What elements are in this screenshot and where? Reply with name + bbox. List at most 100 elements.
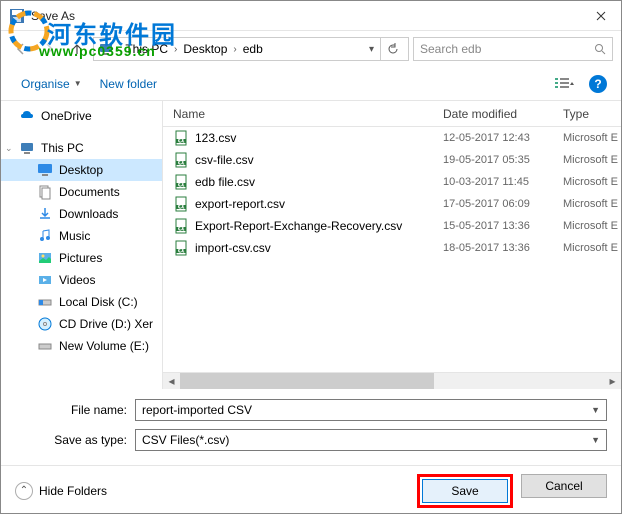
sidebar-item-cddrive[interactable]: CD Drive (D:) Xer — [1, 313, 162, 335]
csv-file-icon: a — [173, 240, 189, 256]
arrow-left-icon — [14, 42, 28, 56]
refresh-button[interactable] — [380, 37, 404, 61]
refresh-icon — [387, 43, 399, 55]
filename-input[interactable]: report-imported CSV ▼ — [135, 399, 607, 421]
file-date: 15-05-2017 13:36 — [443, 220, 563, 232]
navbar: › This PC › Desktop › edb ▾ Search edb — [1, 31, 621, 67]
search-input[interactable]: Search edb — [413, 37, 613, 61]
svg-text:a: a — [178, 154, 185, 168]
nav-forward-button[interactable] — [37, 37, 61, 61]
saveastype-label: Save as type: — [15, 433, 127, 447]
breadcrumb-desktop[interactable]: Desktop — [179, 42, 231, 56]
chevron-up-icon: ⌃ — [15, 482, 33, 500]
documents-icon — [37, 184, 53, 200]
help-icon: ? — [594, 77, 601, 91]
chevron-down-icon[interactable]: ▼ — [591, 405, 600, 415]
chevron-right-icon: › — [233, 44, 236, 55]
help-button[interactable]: ? — [589, 75, 607, 93]
content: OneDrive ⌄ This PC Desktop Documents Dow… — [1, 101, 621, 389]
file-name: 123.csv — [195, 131, 443, 145]
arrow-up-icon — [70, 42, 84, 56]
sidebar-item-onedrive[interactable]: OneDrive — [1, 105, 162, 127]
pc-icon — [98, 41, 114, 57]
sidebar-item-documents[interactable]: Documents — [1, 181, 162, 203]
horizontal-scrollbar[interactable]: ◂ ▸ — [163, 372, 621, 389]
file-name: csv-file.csv — [195, 153, 443, 167]
svg-text:a: a — [178, 132, 185, 146]
sidebar-item-downloads[interactable]: Downloads — [1, 203, 162, 225]
file-date: 19-05-2017 05:35 — [443, 154, 563, 166]
breadcrumb[interactable]: › This PC › Desktop › edb ▾ — [93, 37, 409, 61]
music-icon — [37, 228, 53, 244]
search-icon — [594, 43, 606, 55]
file-row[interactable]: aedb file.csv10-03-2017 11:45Microsoft E — [163, 171, 621, 193]
sidebar-item-localdisk-c[interactable]: Local Disk (C:) — [1, 291, 162, 313]
file-type: Microsoft E — [563, 132, 618, 144]
file-row[interactable]: a 123.csv12-05-2017 12:43Microsoft E — [163, 127, 621, 149]
chevron-down-icon[interactable]: ▼ — [591, 435, 600, 445]
sidebar-item-thispc[interactable]: ⌄ This PC — [1, 137, 162, 159]
scroll-left-icon[interactable]: ◂ — [163, 373, 180, 389]
footer: ⌃ Hide Folders Save Cancel — [1, 465, 621, 515]
file-date: 12-05-2017 12:43 — [443, 132, 563, 144]
hide-folders-button[interactable]: ⌃ Hide Folders — [15, 482, 107, 500]
save-button[interactable]: Save — [422, 479, 508, 503]
chevron-right-icon: › — [116, 44, 119, 55]
csv-file-icon: a — [173, 130, 189, 146]
csv-file-icon: a — [173, 196, 189, 212]
save-fields: File name: report-imported CSV ▼ Save as… — [1, 389, 621, 465]
svg-text:a: a — [178, 198, 185, 212]
filename-label: File name: — [15, 403, 127, 417]
svg-text:a: a — [178, 242, 185, 256]
csv-file-icon: a — [173, 174, 189, 190]
file-name: edb file.csv — [195, 175, 443, 189]
view-icon — [555, 77, 575, 91]
sidebar-item-videos[interactable]: Videos — [1, 269, 162, 291]
chevron-right-icon: › — [174, 44, 177, 55]
file-type: Microsoft E — [563, 198, 618, 210]
csv-file-icon: a — [173, 152, 189, 168]
close-icon — [596, 11, 606, 21]
file-pane: Name Date modified Type a 123.csv12-05-20… — [163, 101, 621, 389]
breadcrumb-edb[interactable]: edb — [239, 42, 267, 56]
pictures-icon — [37, 250, 53, 266]
chevron-down-icon: ▼ — [74, 79, 82, 88]
nav-up-button[interactable] — [65, 37, 89, 61]
file-date: 18-05-2017 13:36 — [443, 242, 563, 254]
column-headers: Name Date modified Type — [163, 101, 621, 127]
organise-button[interactable]: Organise ▼ — [15, 73, 88, 95]
sidebar-item-music[interactable]: Music — [1, 225, 162, 247]
sidebar: OneDrive ⌄ This PC Desktop Documents Dow… — [1, 101, 163, 389]
nav-back-button[interactable] — [9, 37, 33, 61]
chevron-down-icon[interactable]: ▾ — [369, 44, 374, 55]
file-row[interactable]: aExport-Report-Exchange-Recovery.csv15-0… — [163, 215, 621, 237]
scroll-right-icon[interactable]: ▸ — [604, 373, 621, 389]
sidebar-item-desktop[interactable]: Desktop — [1, 159, 162, 181]
column-name[interactable]: Name — [163, 107, 433, 121]
toolbar: Organise ▼ New folder ? — [1, 67, 621, 101]
sidebar-item-newvolume[interactable]: New Volume (E:) — [1, 335, 162, 357]
file-row[interactable]: acsv-file.csv19-05-2017 05:35Microsoft E — [163, 149, 621, 171]
window-title: Save As — [31, 9, 581, 23]
view-mode-button[interactable] — [551, 73, 579, 95]
save-highlight: Save — [417, 474, 513, 508]
cancel-button[interactable]: Cancel — [521, 474, 607, 498]
expand-icon[interactable]: ⌄ — [5, 143, 13, 154]
file-name: import-csv.csv — [195, 241, 443, 255]
file-row[interactable]: aexport-report.csv17-05-2017 06:09Micros… — [163, 193, 621, 215]
titlebar: Save As — [1, 1, 621, 31]
breadcrumb-thispc[interactable]: This PC — [121, 42, 172, 56]
onedrive-icon — [19, 108, 35, 124]
sidebar-item-pictures[interactable]: Pictures — [1, 247, 162, 269]
column-type[interactable]: Type — [553, 107, 621, 121]
file-name: Export-Report-Exchange-Recovery.csv — [195, 219, 443, 233]
desktop-icon — [37, 162, 53, 178]
close-button[interactable] — [581, 1, 621, 31]
drive-icon — [37, 338, 53, 354]
file-row[interactable]: aimport-csv.csv18-05-2017 13:36Microsoft… — [163, 237, 621, 259]
scrollbar-thumb[interactable] — [180, 373, 434, 389]
new-folder-button[interactable]: New folder — [94, 73, 163, 95]
saveastype-select[interactable]: CSV Files(*.csv) ▼ — [135, 429, 607, 451]
column-date[interactable]: Date modified — [433, 107, 553, 121]
file-date: 17-05-2017 06:09 — [443, 198, 563, 210]
